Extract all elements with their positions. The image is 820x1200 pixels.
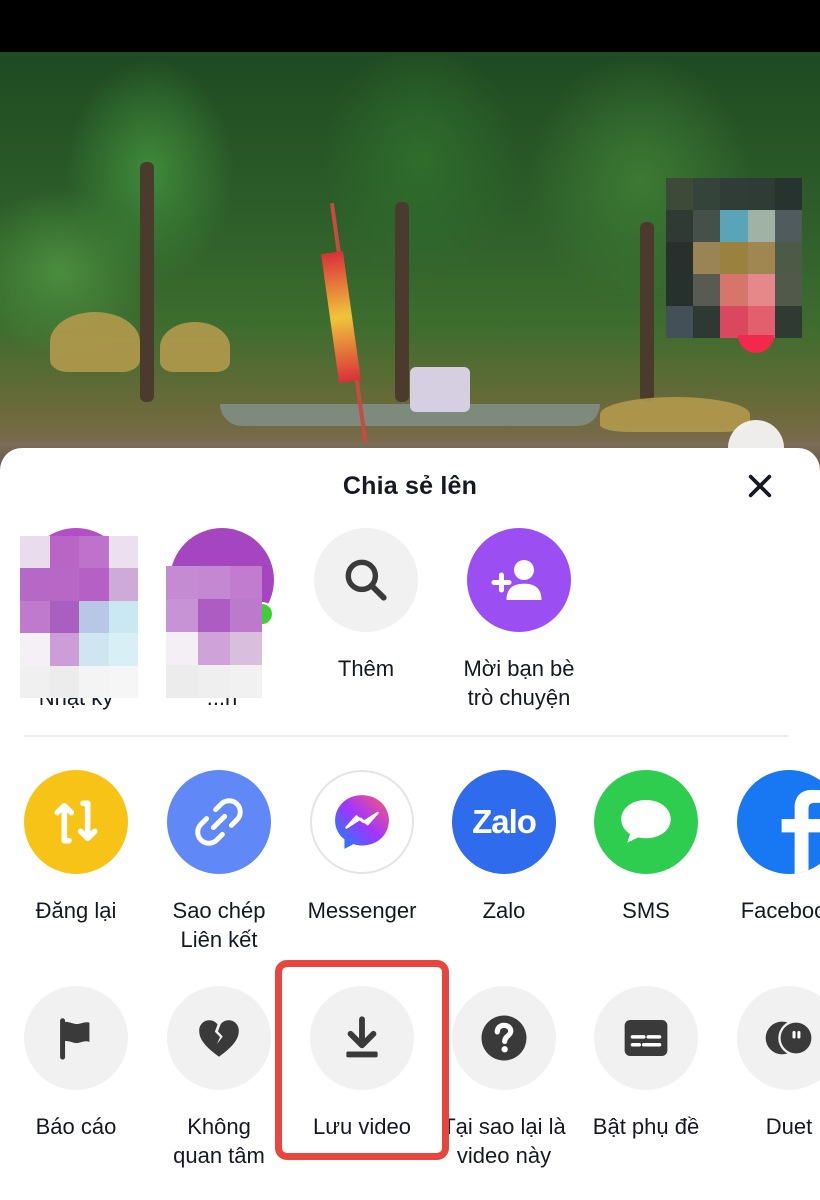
- privacy-blur: [20, 536, 138, 698]
- close-button[interactable]: [746, 472, 786, 506]
- broken-heart-icon: [199, 1020, 239, 1057]
- action-label: Tại sao lại là video này: [442, 1114, 566, 1168]
- share-label: Đăng lại: [35, 898, 117, 923]
- action-save-video[interactable]: Lưu video: [292, 986, 432, 1141]
- cloth: [410, 367, 470, 412]
- repost-button: [24, 770, 128, 874]
- hay-pile: [50, 312, 140, 372]
- tree-trunk: [140, 162, 154, 402]
- sms-icon: [621, 800, 671, 843]
- search-icon: [345, 559, 387, 601]
- action-label: Duet: [765, 1114, 813, 1139]
- facebook-icon: [781, 789, 820, 874]
- action-label: Lưu video: [313, 1114, 411, 1139]
- messenger-button: [310, 770, 414, 874]
- save-video-button: [310, 986, 414, 1090]
- add-friend-icon: [491, 560, 542, 600]
- action-not-interested[interactable]: Không quan tâm: [149, 986, 289, 1170]
- action-why-this-video[interactable]: Tại sao lại là video này: [434, 986, 574, 1170]
- hay-pile: [160, 322, 230, 372]
- why-this-video-button: [452, 986, 556, 1090]
- flag-icon: [60, 1018, 90, 1060]
- link-icon: [195, 798, 243, 846]
- not-interested-button: [167, 986, 271, 1090]
- privacy-blur: [166, 566, 262, 698]
- invite-button: [467, 528, 571, 632]
- zalo-icon: Zalo: [472, 803, 537, 840]
- hay-pile: [600, 397, 750, 432]
- contact-more-search[interactable]: Thêm: [296, 528, 436, 683]
- share-zalo[interactable]: Zalo Zalo: [434, 770, 574, 925]
- share-copy-link[interactable]: Sao chép Liên kết: [149, 770, 289, 954]
- action-label: Không quan tâm: [173, 1114, 265, 1168]
- captions-button: [594, 986, 698, 1090]
- search-button: [314, 528, 418, 632]
- duet-icon: [765, 1020, 814, 1056]
- download-icon: [346, 1016, 378, 1058]
- invite-friends[interactable]: Mời bạn bè trò chuyện: [449, 528, 589, 712]
- share-sms[interactable]: SMS: [576, 770, 716, 925]
- contact-label: Mời bạn bè trò chuyện: [463, 656, 575, 710]
- share-repost[interactable]: Đăng lại: [6, 770, 146, 925]
- action-duet[interactable]: Duet: [719, 986, 820, 1141]
- status-bar: [0, 0, 820, 52]
- contact-label: Thêm: [337, 656, 395, 681]
- tree-trunk: [395, 202, 409, 402]
- facebook-button: [737, 770, 820, 874]
- share-label: Sao chép Liên kết: [172, 898, 266, 952]
- action-label: Bật phụ đề: [592, 1114, 700, 1139]
- share-messenger[interactable]: Messenger: [292, 770, 432, 925]
- share-label: Zalo: [482, 898, 526, 923]
- share-sheet: Chia sẻ lên Thêm vào Nhật ký N...huy ...…: [0, 448, 820, 1200]
- divider: [24, 735, 788, 737]
- zalo-button: Zalo: [452, 770, 556, 874]
- share-label: Facebook: [740, 898, 820, 923]
- flag: [321, 251, 361, 383]
- repost-icon: [54, 800, 98, 844]
- close-icon: [748, 474, 772, 498]
- share-label: Messenger: [307, 898, 417, 923]
- action-label: Báo cáo: [35, 1114, 117, 1139]
- copy-link-button: [167, 770, 271, 874]
- messenger-icon: [335, 795, 389, 849]
- report-button: [24, 986, 128, 1090]
- creator-avatar-blurred[interactable]: [666, 178, 802, 338]
- action-report[interactable]: Báo cáo: [6, 986, 146, 1141]
- sheet-title: Chia sẻ lên: [342, 472, 478, 500]
- captions-icon: [624, 1020, 668, 1056]
- question-icon: [481, 1015, 527, 1061]
- action-captions[interactable]: Bật phụ đề: [576, 986, 716, 1141]
- sms-button: [594, 770, 698, 874]
- share-label: SMS: [622, 898, 670, 923]
- duet-button: [737, 986, 820, 1090]
- share-facebook[interactable]: Facebook: [719, 770, 820, 925]
- tree-trunk: [640, 222, 654, 402]
